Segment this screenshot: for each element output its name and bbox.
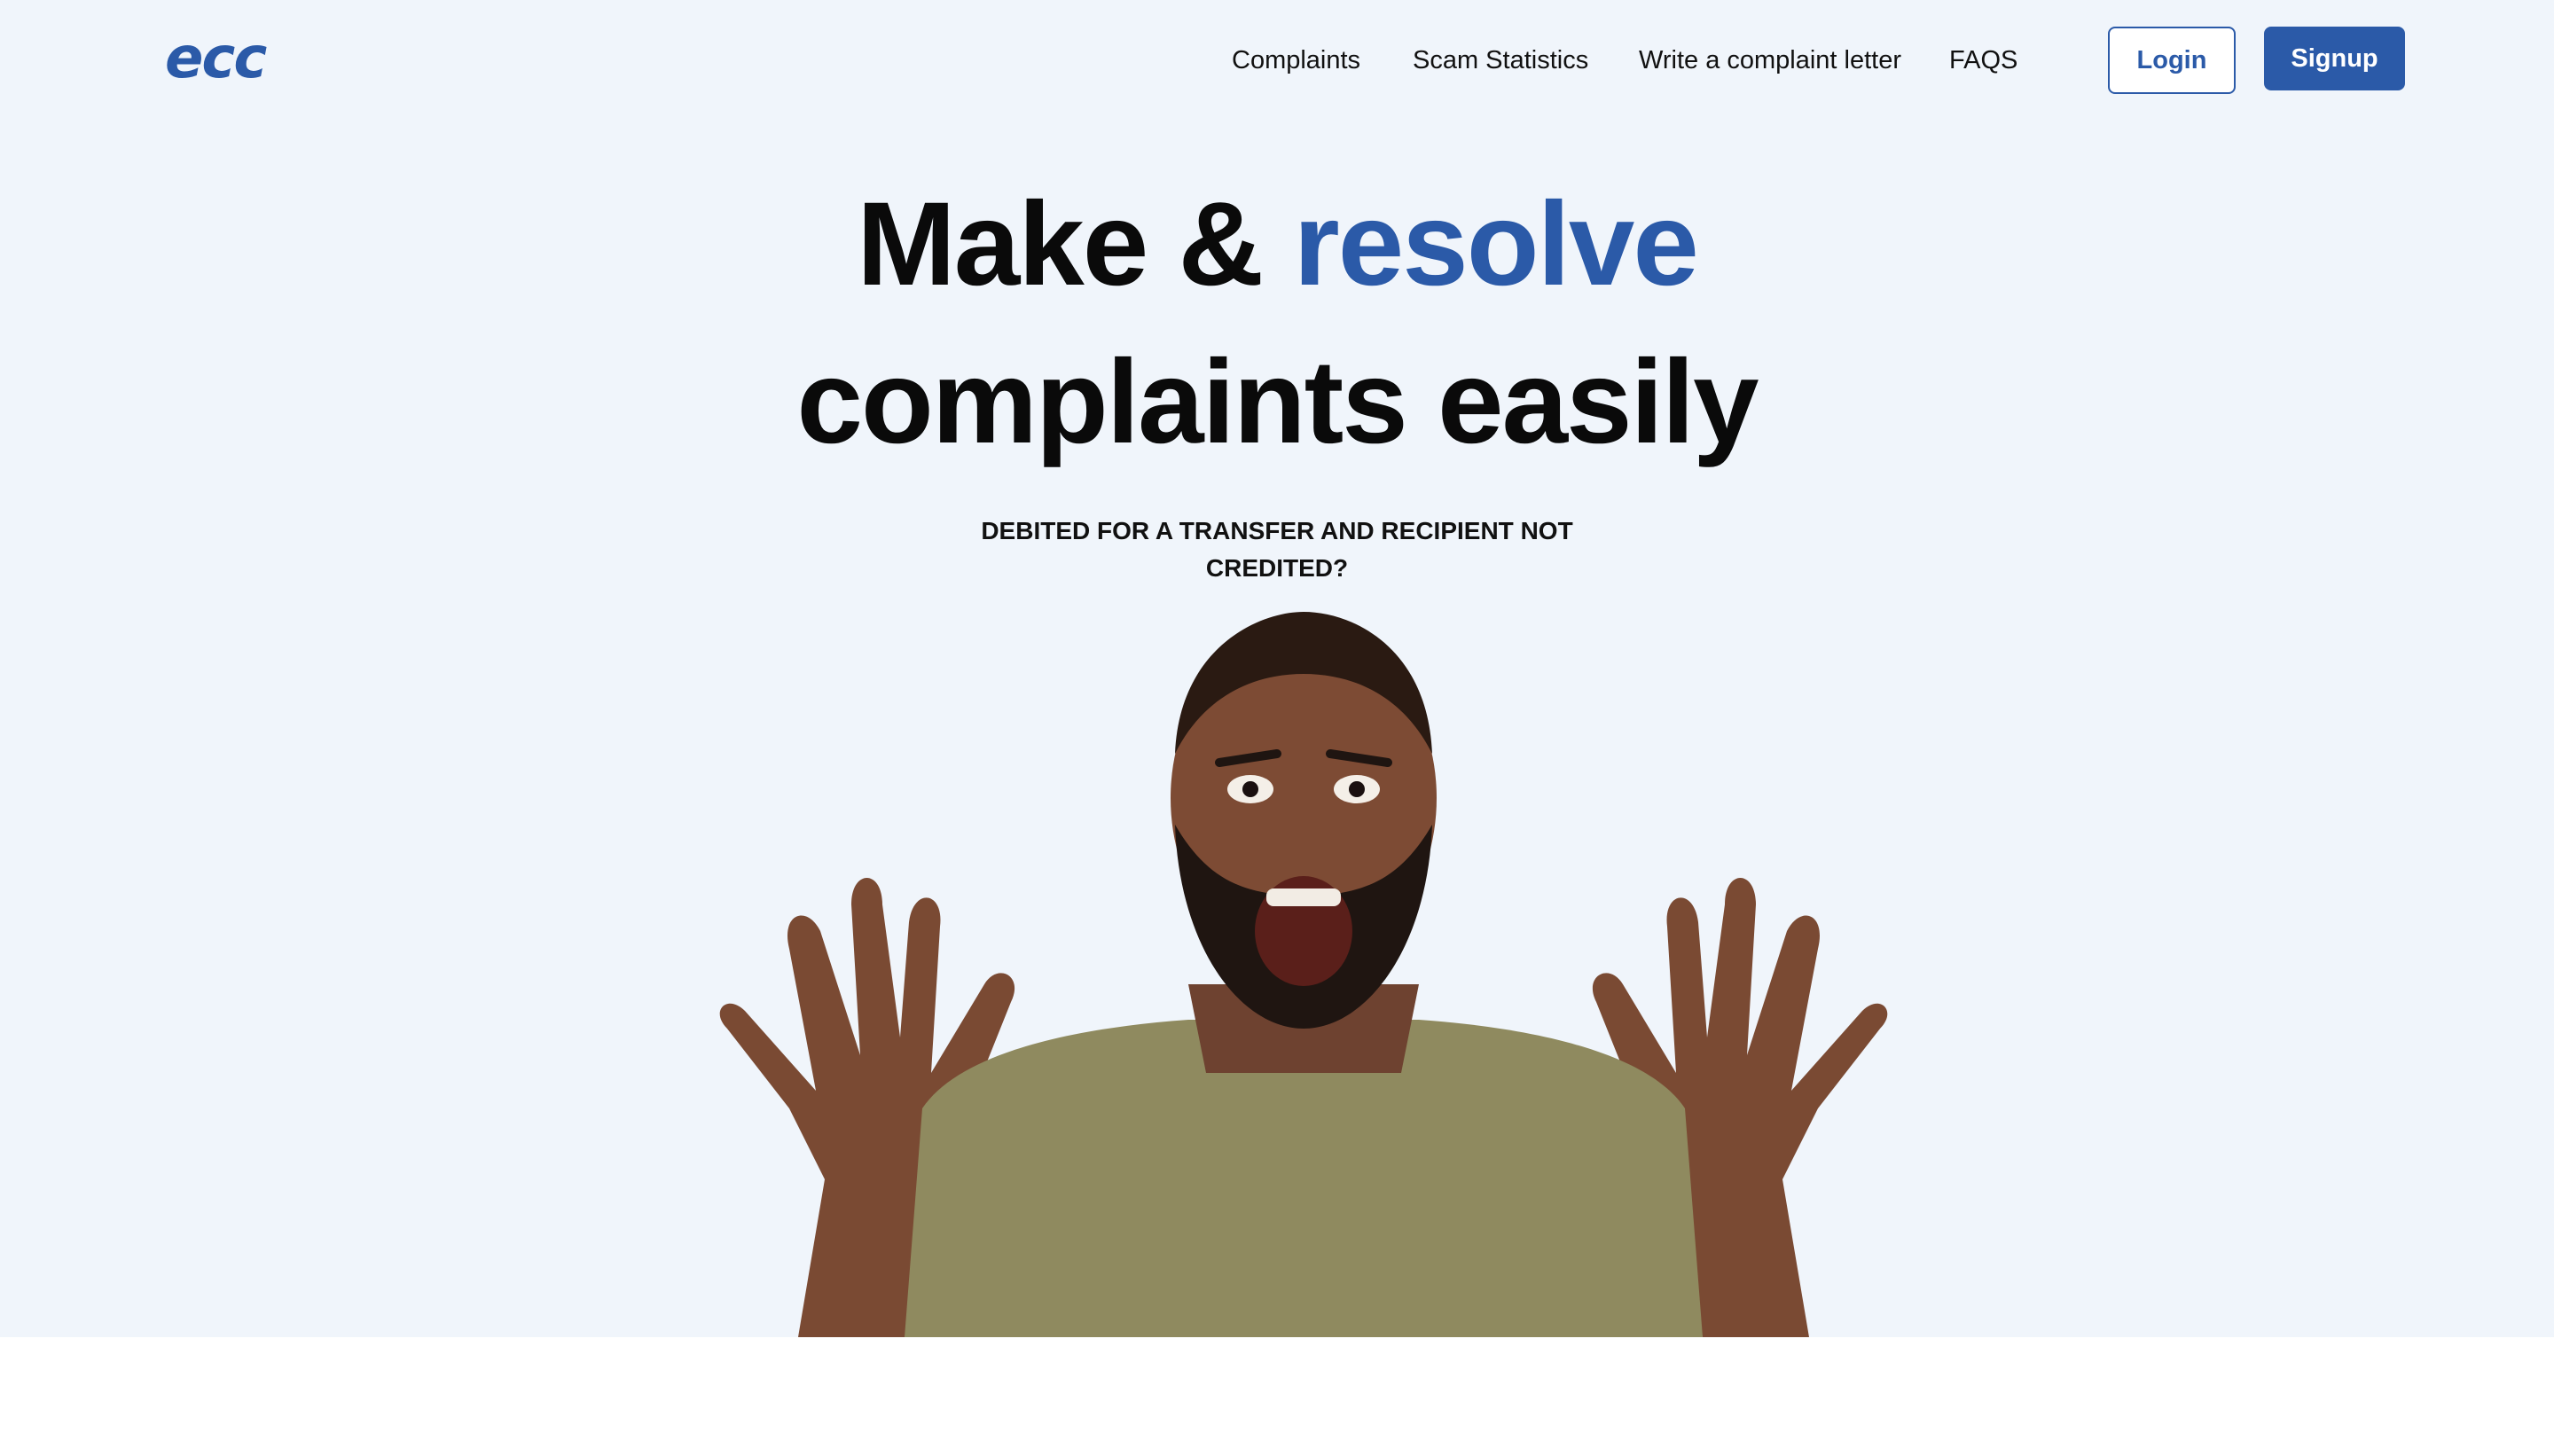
nav-faqs[interactable]: FAQS	[1949, 43, 2017, 78]
headline-accent: resolve	[1293, 178, 1699, 310]
shocked-man-photo	[719, 612, 1888, 1337]
headline-line-1: Make & resolve	[0, 165, 2554, 325]
headline-line-2: complaints easily	[796, 336, 1759, 468]
hero-section: ecc Complaints Scam Statistics Write a c…	[0, 0, 2554, 1337]
hero-subheading: DEBITED FOR A TRANSFER AND RECIPIENT NOT…	[981, 517, 1573, 582]
headline-text: Make &	[857, 178, 1294, 310]
ecc-logo[interactable]: ecc	[165, 30, 267, 87]
nav-write-complaint-letter[interactable]: Write a complaint letter	[1639, 43, 1901, 78]
nav-complaints[interactable]: Complaints	[1232, 43, 1360, 78]
signup-button[interactable]: Signup	[2264, 27, 2405, 90]
login-button[interactable]: Login	[2108, 27, 2236, 94]
nav-scam-statistics[interactable]: Scam Statistics	[1413, 43, 1588, 78]
